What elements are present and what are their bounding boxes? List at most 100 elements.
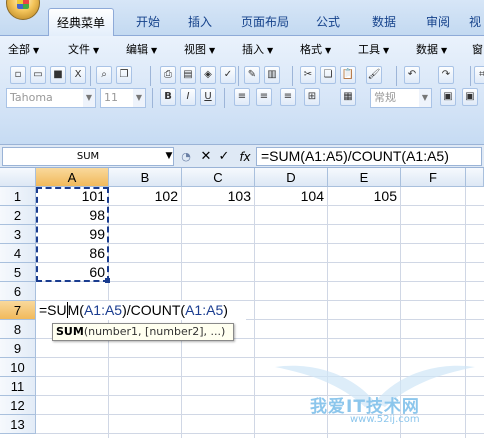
expand-circle-icon[interactable]: ◔ bbox=[178, 148, 194, 166]
row-header[interactable]: 13 bbox=[0, 415, 36, 434]
row-header[interactable]: 6 bbox=[0, 282, 36, 301]
column-header[interactable]: A bbox=[36, 168, 109, 187]
tab-view[interactable]: 视 bbox=[466, 8, 484, 36]
row-header[interactable]: 8 bbox=[0, 320, 36, 339]
cell-D1[interactable]: 104 bbox=[255, 187, 327, 206]
tab-home[interactable]: 开始 bbox=[126, 8, 170, 36]
print-icon[interactable]: ⎙ bbox=[160, 66, 176, 84]
document-icon[interactable]: ▤ bbox=[180, 66, 196, 84]
redo-icon[interactable]: ↷ bbox=[438, 66, 454, 84]
column-header[interactable]: C bbox=[182, 168, 255, 187]
merge-cells-icon[interactable]: ⊞ bbox=[304, 88, 320, 106]
select-all-corner[interactable] bbox=[0, 168, 36, 187]
function-signature-tooltip[interactable]: SUM(number1, [number2], ...) bbox=[52, 323, 234, 341]
chevron-down-icon: ▼ bbox=[209, 46, 216, 55]
menu-all[interactable]: 全部 ▼ bbox=[8, 42, 39, 58]
toolbar-separator bbox=[238, 66, 239, 86]
copy-page-icon[interactable]: ❐ bbox=[116, 66, 132, 84]
tooltip-arguments: (number1, [number2], ...) bbox=[83, 325, 226, 338]
tab-classic-menu[interactable]: 经典菜单 bbox=[48, 8, 114, 36]
tab-page-layout[interactable]: 页面布局 bbox=[232, 8, 298, 36]
cell-C1[interactable]: 103 bbox=[182, 187, 254, 206]
toolbar-separator bbox=[90, 66, 91, 86]
number-format-value: 常规 bbox=[374, 91, 396, 104]
menu-label: 数据 bbox=[416, 43, 438, 56]
font-name-combo[interactable]: Tahoma ▼ bbox=[6, 88, 96, 108]
save-icon[interactable]: ■ bbox=[50, 66, 66, 84]
formula-range-ref[interactable]: A1:A5 bbox=[84, 302, 122, 318]
range-resize-handle[interactable] bbox=[105, 278, 110, 283]
align-center-icon[interactable]: ≡ bbox=[256, 88, 272, 106]
cut-icon[interactable]: ✂ bbox=[300, 66, 316, 84]
column-header-partial[interactable] bbox=[466, 168, 484, 187]
font-size-combo[interactable]: 11 ▼ bbox=[100, 88, 146, 108]
print-preview-icon[interactable]: ⌕ bbox=[96, 66, 112, 84]
number-format-combo[interactable]: 常规 ▼ bbox=[370, 88, 432, 108]
menu-tools[interactable]: 工具 ▼ bbox=[358, 42, 389, 58]
research-icon[interactable]: ◈ bbox=[200, 66, 216, 84]
cell-E1[interactable]: 105 bbox=[328, 187, 400, 206]
menu-file[interactable]: 文件 ▼ bbox=[68, 42, 99, 58]
gridline bbox=[254, 187, 255, 438]
search-check-icon[interactable]: ✓ bbox=[220, 66, 236, 84]
spelling-icon[interactable]: ✎ bbox=[244, 66, 260, 84]
paste-icon[interactable]: 📋 bbox=[340, 66, 356, 84]
row-header[interactable]: 7 bbox=[0, 301, 36, 320]
tooltip-function-name[interactable]: SUM bbox=[56, 325, 84, 338]
excel-icon[interactable]: X bbox=[70, 66, 86, 84]
menu-window[interactable]: 窗 bbox=[472, 42, 483, 58]
name-box[interactable]: SUM bbox=[2, 147, 174, 166]
tab-formulas[interactable]: 公式 bbox=[306, 8, 350, 36]
copy-icon[interactable]: ❏ bbox=[320, 66, 336, 84]
tab-insert[interactable]: 插入 bbox=[178, 8, 222, 36]
open-folder-icon[interactable]: ▭ bbox=[30, 66, 46, 84]
enter-check-icon[interactable]: ✓ bbox=[216, 148, 232, 166]
menu-insert[interactable]: 插入 ▼ bbox=[242, 42, 273, 58]
cell-A7-editor[interactable]: =SUM(A1:A5)/COUNT(A1:A5) bbox=[36, 301, 246, 320]
formula-input[interactable]: =SUM(A1:A5)/COUNT(A1:A5) bbox=[256, 147, 482, 166]
chevron-down-icon[interactable]: ▼ bbox=[133, 89, 145, 107]
menu-edit[interactable]: 编辑 ▼ bbox=[126, 42, 157, 58]
row-header[interactable]: 3 bbox=[0, 225, 36, 244]
insert-function-icon[interactable]: fx bbox=[236, 148, 254, 166]
percent-icon[interactable]: ▣ bbox=[462, 88, 478, 106]
menu-view[interactable]: 视图 ▼ bbox=[184, 42, 215, 58]
hyperlink-icon[interactable]: ⌗ bbox=[474, 66, 484, 84]
row-header[interactable]: 1 bbox=[0, 187, 36, 206]
align-right-icon[interactable]: ≡ bbox=[280, 88, 296, 106]
row-header[interactable]: 5 bbox=[0, 263, 36, 282]
column-header[interactable]: F bbox=[401, 168, 466, 187]
ribbon-panel: 全部 ▼ 文件 ▼ 编辑 ▼ 视图 ▼ 插入 ▼ 格式 ▼ 工具 ▼ 数据 ▼ 窗 ▫ ▭ ■ … bbox=[0, 36, 484, 144]
currency-icon[interactable]: ▣ bbox=[440, 88, 456, 106]
row-header[interactable]: 12 bbox=[0, 396, 36, 415]
chevron-down-icon: ▼ bbox=[33, 46, 40, 55]
row-header[interactable]: 10 bbox=[0, 358, 36, 377]
office-button[interactable] bbox=[6, 0, 40, 20]
cell-B1[interactable]: 102 bbox=[109, 187, 181, 206]
menu-data[interactable]: 数据 ▼ bbox=[416, 42, 447, 58]
wrap-text-icon[interactable]: ▦ bbox=[340, 88, 356, 106]
format-painter-icon[interactable]: 🖌 bbox=[366, 66, 382, 84]
row-header[interactable]: 11 bbox=[0, 377, 36, 396]
row-header[interactable]: 4 bbox=[0, 244, 36, 263]
italic-icon[interactable]: I bbox=[180, 88, 196, 106]
chevron-down-icon[interactable]: ▼ bbox=[419, 89, 431, 107]
column-header[interactable]: E bbox=[328, 168, 401, 187]
menu-format[interactable]: 格式 ▼ bbox=[300, 42, 331, 58]
tab-data[interactable]: 数据 bbox=[362, 8, 406, 36]
chevron-down-icon[interactable]: ▼ bbox=[83, 89, 95, 107]
bold-icon[interactable]: B bbox=[160, 88, 176, 106]
column-header[interactable]: B bbox=[109, 168, 182, 187]
tab-review[interactable]: 审阅 bbox=[416, 8, 460, 36]
row-header[interactable]: 2 bbox=[0, 206, 36, 225]
formula-range-ref[interactable]: A1:A5 bbox=[185, 302, 223, 318]
column-header[interactable]: D bbox=[255, 168, 328, 187]
translate-icon[interactable]: ▥ bbox=[264, 66, 280, 84]
new-file-icon[interactable]: ▫ bbox=[10, 66, 26, 84]
align-left-icon[interactable]: ≡ bbox=[234, 88, 250, 106]
undo-icon[interactable]: ↶ bbox=[404, 66, 420, 84]
underline-icon[interactable]: U bbox=[200, 88, 216, 106]
row-header[interactable]: 9 bbox=[0, 339, 36, 358]
chevron-down-icon[interactable]: ▼ bbox=[163, 147, 175, 166]
cancel-icon[interactable]: ✕ bbox=[198, 148, 214, 166]
